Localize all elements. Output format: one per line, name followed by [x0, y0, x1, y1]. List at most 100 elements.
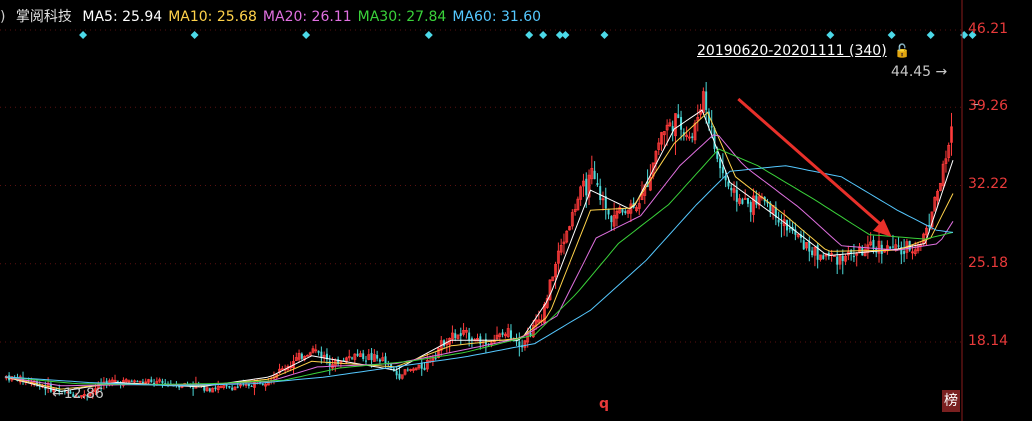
candle	[356, 349, 359, 357]
candles[interactable]	[4, 82, 953, 401]
candle	[445, 337, 449, 353]
candle	[303, 355, 307, 362]
candle	[362, 349, 365, 362]
candle	[264, 382, 268, 391]
candle	[587, 169, 591, 206]
candle-body	[710, 126, 713, 128]
candle	[897, 236, 900, 249]
candle-body	[897, 245, 900, 247]
candle	[409, 368, 412, 372]
candle	[813, 246, 817, 267]
candle	[454, 329, 457, 341]
signal-marker-icon	[826, 31, 835, 39]
candle	[657, 137, 661, 156]
candle-body	[261, 383, 264, 385]
candle-body	[250, 385, 253, 387]
candle-body	[378, 359, 381, 362]
candle	[233, 386, 237, 391]
candle-body	[610, 216, 613, 223]
candle-body	[300, 353, 303, 359]
candle-body	[231, 387, 234, 390]
candle	[400, 374, 404, 380]
candle-body	[624, 211, 627, 214]
candle	[746, 197, 749, 208]
candle	[938, 182, 942, 192]
candle	[551, 276, 555, 282]
candle-body	[808, 241, 811, 252]
candle-body	[735, 189, 738, 202]
candle	[364, 355, 367, 365]
candle-body	[130, 380, 133, 382]
candle	[337, 356, 340, 367]
candle	[624, 208, 627, 215]
min-arrow-icon: ←	[52, 386, 64, 402]
indicator-ma30: MA30: 27.84	[357, 9, 447, 25]
candle	[738, 194, 742, 206]
candle	[554, 261, 557, 289]
candle	[484, 333, 487, 354]
signal-marker-icon	[190, 31, 199, 39]
stock-name[interactable]: 掌阅科技	[16, 9, 72, 25]
candle-body	[755, 195, 758, 205]
candle	[593, 161, 596, 180]
candlestick-chart[interactable]	[0, 0, 1032, 421]
signal-marker-icon	[960, 31, 969, 39]
candle-body	[434, 357, 437, 359]
candle-body	[811, 250, 814, 256]
candle	[579, 185, 583, 206]
candle-body	[459, 333, 462, 336]
candle-body	[364, 360, 367, 362]
candle	[345, 356, 348, 364]
unlock-icon[interactable]: 🔓	[894, 44, 910, 59]
candle	[805, 242, 808, 251]
min-price-label: ←12.86	[52, 386, 104, 402]
candle	[877, 231, 881, 263]
candle	[596, 173, 599, 187]
candle-body	[746, 198, 749, 204]
candle	[320, 346, 323, 364]
candle	[417, 364, 421, 370]
candle	[941, 160, 945, 190]
candle	[420, 359, 423, 376]
candle	[691, 132, 694, 143]
candle	[353, 353, 357, 364]
grid-lines	[0, 29, 979, 343]
max-arrow-icon: →	[935, 64, 948, 80]
min-price-value: 12.86	[63, 386, 104, 402]
date-range-label[interactable]: 20190620-20201111 (340)	[697, 43, 887, 59]
candle	[214, 385, 217, 392]
candle-body	[518, 341, 521, 347]
ranking-badge[interactable]: 榜	[942, 390, 960, 412]
candle-body	[468, 332, 471, 341]
candle	[796, 233, 800, 239]
candle	[294, 352, 298, 362]
candle	[573, 203, 577, 216]
candle-body	[501, 332, 504, 335]
candle	[749, 200, 752, 222]
candle	[376, 350, 379, 362]
candle	[384, 352, 387, 368]
candle	[880, 240, 883, 264]
ma-line-ma60	[4, 165, 954, 387]
candle	[548, 279, 552, 301]
candle	[211, 387, 215, 393]
candle-body	[802, 240, 805, 250]
candle	[403, 369, 407, 376]
candle-body	[599, 186, 602, 200]
candle-body	[889, 246, 892, 249]
signal-marker-icon	[561, 31, 570, 39]
candle	[599, 178, 602, 205]
indicator-ma10: MA10: 25.68	[168, 9, 257, 25]
candle	[395, 365, 398, 380]
candle-body	[780, 222, 783, 224]
candle	[367, 349, 371, 361]
signal-marker-icon	[525, 31, 534, 39]
candle	[741, 197, 744, 205]
signal-marker-icon	[600, 31, 609, 39]
candle	[635, 205, 638, 213]
candle	[216, 380, 220, 394]
candle	[688, 131, 691, 141]
candle	[147, 378, 150, 384]
ma-line-ma20	[4, 134, 954, 387]
candle-body	[777, 219, 780, 223]
